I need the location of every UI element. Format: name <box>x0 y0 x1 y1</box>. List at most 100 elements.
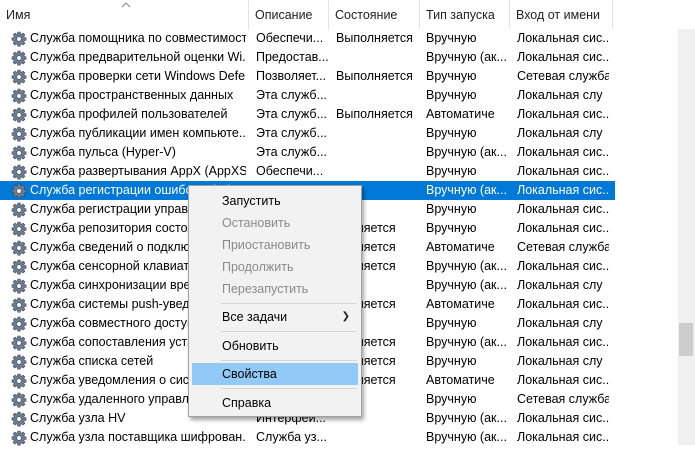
service-startup-type: Автоматиче <box>426 373 495 387</box>
menu-separator <box>221 303 357 304</box>
service-description: Обеспечи... <box>256 31 324 45</box>
service-name: Служба пульса (Hyper-V) <box>30 145 176 159</box>
service-name: Служба помощника по совместимост... <box>30 31 246 45</box>
service-startup-type: Вручную (ак... <box>426 50 507 64</box>
context-menu: Запустить Остановить Приостановить Продо… <box>188 185 362 417</box>
service-state <box>336 86 418 105</box>
service-startup-type: Вручную <box>426 88 477 102</box>
service-startup-type: Вручную (ак... <box>426 335 507 349</box>
service-state <box>336 124 418 143</box>
service-name: Служба проверки сети Windows Defe... <box>30 69 246 83</box>
service-description: Позволяет... <box>256 69 327 83</box>
gear-icon <box>11 202 27 218</box>
service-state <box>336 162 418 181</box>
service-logon-as: Локальная сис... <box>517 297 609 311</box>
service-startup-type: Вручную (ак... <box>426 145 507 159</box>
column-header-logon[interactable]: Вход от имени <box>510 0 613 29</box>
service-logon-as: Локальная сис... <box>517 164 609 178</box>
table-row[interactable]: Служба пульса (Hyper-V) Эта служб... Вручн… <box>0 143 615 162</box>
service-logon-as: Локальная сис... <box>517 221 609 235</box>
service-startup-type: Вручную (ак... <box>426 183 507 197</box>
service-description: Предостав... <box>256 50 328 64</box>
service-startup-type: Вручную <box>426 164 477 178</box>
gear-icon <box>11 297 27 313</box>
gear-icon <box>11 430 27 446</box>
service-logon-as: Сетевая служба <box>517 69 609 83</box>
gear-icon <box>11 126 27 142</box>
gear-icon <box>11 221 27 237</box>
service-startup-type: Вручную <box>426 392 477 406</box>
column-header-start[interactable]: Тип запуска <box>420 0 510 29</box>
service-logon-as: Локальная слу <box>517 316 603 330</box>
service-state: Выполняется <box>336 31 413 45</box>
gear-icon <box>11 164 27 180</box>
service-state <box>336 48 418 67</box>
scrollbar-thumb[interactable] <box>679 323 693 356</box>
service-name: Служба развертывания AppX (AppXS <box>30 164 246 178</box>
service-logon-as: Локальная слу <box>517 88 603 102</box>
service-name: Служба узла поставщика шифрован... <box>30 430 246 444</box>
menu-separator <box>221 360 357 361</box>
gear-icon <box>11 107 27 123</box>
table-row[interactable]: Служба профилей пользователей Эта служб..… <box>0 105 615 124</box>
column-header-desc[interactable]: Описание <box>249 0 329 29</box>
service-logon-as: Локальная сис... <box>517 430 609 444</box>
column-header-state[interactable]: Состояние <box>329 0 420 29</box>
table-row[interactable]: Служба предварительной оценки Wi... Предо… <box>0 48 615 67</box>
menu-item-properties[interactable]: Свойства <box>192 363 358 385</box>
table-row[interactable]: Служба помощника по совместимост... Обесп… <box>0 29 615 48</box>
service-startup-type: Вручную <box>426 354 477 368</box>
menu-item-start[interactable]: Запустить <box>192 190 358 212</box>
service-description: Эта служб... <box>256 88 328 102</box>
gear-icon <box>11 69 27 85</box>
menu-item-all-tasks[interactable]: Все задачи ❯ <box>192 306 358 328</box>
column-header-name[interactable]: Имя <box>0 0 249 29</box>
service-startup-type: Автоматиче <box>426 107 495 121</box>
menu-item-resume: Продолжить <box>222 260 294 274</box>
service-name: Служба пространственных данных <box>30 88 234 102</box>
gear-icon <box>11 411 27 427</box>
table-row[interactable]: Служба пространственных данных Эта служб.… <box>0 86 615 105</box>
service-logon-as: Локальная слу <box>517 354 603 368</box>
gear-icon <box>11 88 27 104</box>
chevron-right-icon: ❯ <box>341 311 350 322</box>
service-startup-type: Вручную <box>426 316 477 330</box>
service-name: Служба предварительной оценки Wi... <box>30 50 246 64</box>
service-startup-type: Вручную <box>426 69 477 83</box>
menu-item-refresh[interactable]: Обновить <box>192 335 358 357</box>
menu-separator <box>221 331 357 332</box>
table-row[interactable]: Служба публикации имен компьюте... Эта сл… <box>0 124 615 143</box>
menu-item-help[interactable]: Справка <box>192 392 358 414</box>
service-logon-as: Локальная сис... <box>517 145 609 159</box>
service-startup-type: Автоматиче <box>426 297 495 311</box>
service-startup-type: Вручную (ак... <box>426 411 507 425</box>
service-name: Служба профилей пользователей <box>30 107 228 121</box>
service-logon-as: Локальная сис... <box>517 335 609 349</box>
service-description: Эта служб... <box>256 107 328 121</box>
service-description: Служба уз... <box>256 430 327 444</box>
service-logon-as: Локальная сис... <box>517 373 609 387</box>
table-row[interactable]: Служба развертывания AppX (AppXS Обеспечи… <box>0 162 615 181</box>
service-startup-type: Вручную (ак... <box>426 430 507 444</box>
sort-up-icon <box>121 2 131 8</box>
service-startup-type: Вручную <box>426 202 477 216</box>
service-logon-as: Локальная сис... <box>517 183 609 197</box>
service-startup-type: Вручную <box>426 31 477 45</box>
table-row[interactable]: Служба узла поставщика шифрован... Служба… <box>0 428 615 447</box>
service-logon-as: Локальная сис... <box>517 107 609 121</box>
service-startup-type: Автоматиче <box>426 240 495 254</box>
service-name: Служба публикации имен компьюте... <box>30 126 246 140</box>
service-description: Эта служб... <box>256 126 328 140</box>
gear-icon <box>11 316 27 332</box>
service-startup-type: Вручную <box>426 126 477 140</box>
gear-icon <box>11 240 27 256</box>
table-row[interactable]: Служба проверки сети Windows Defe... Позв… <box>0 67 615 86</box>
menu-item-restart: Перезапустить <box>222 282 309 296</box>
gear-icon <box>11 373 27 389</box>
service-state: Выполняется <box>336 107 413 121</box>
service-logon-as: Локальная слу <box>517 126 603 140</box>
menu-separator <box>221 388 357 389</box>
vertical-scrollbar[interactable] <box>678 29 695 445</box>
gear-icon <box>11 259 27 275</box>
gear-icon <box>11 50 27 66</box>
